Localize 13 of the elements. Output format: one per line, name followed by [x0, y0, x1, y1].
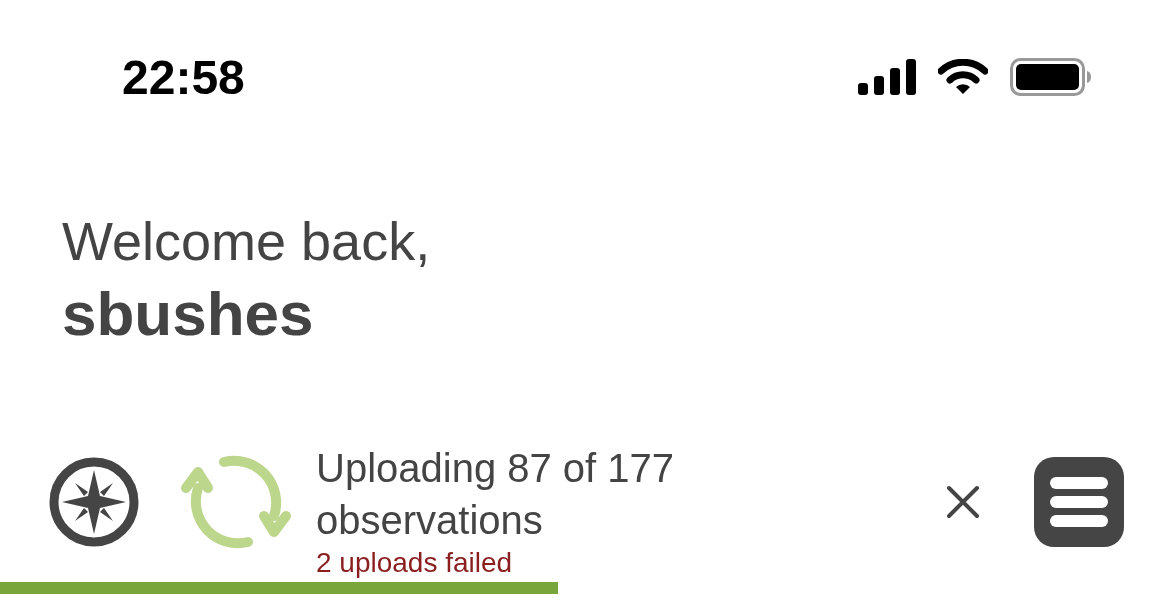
close-icon: [946, 485, 980, 519]
username: sbushes: [62, 278, 314, 350]
sync-icon: [180, 454, 292, 550]
menu-button[interactable]: [1034, 457, 1124, 547]
compass-icon[interactable]: [48, 456, 140, 548]
wifi-icon: [938, 59, 988, 95]
upload-status-text: Uploading 87 of 177 observations: [316, 445, 676, 544]
clock-time: 22:58: [122, 52, 245, 104]
battery-icon: [1010, 58, 1092, 96]
welcome-text: Welcome back,: [62, 210, 431, 273]
upload-error-text: 2 uploads failed: [316, 546, 513, 580]
menu-icon: [1050, 477, 1108, 527]
signal-icon: [858, 59, 916, 95]
